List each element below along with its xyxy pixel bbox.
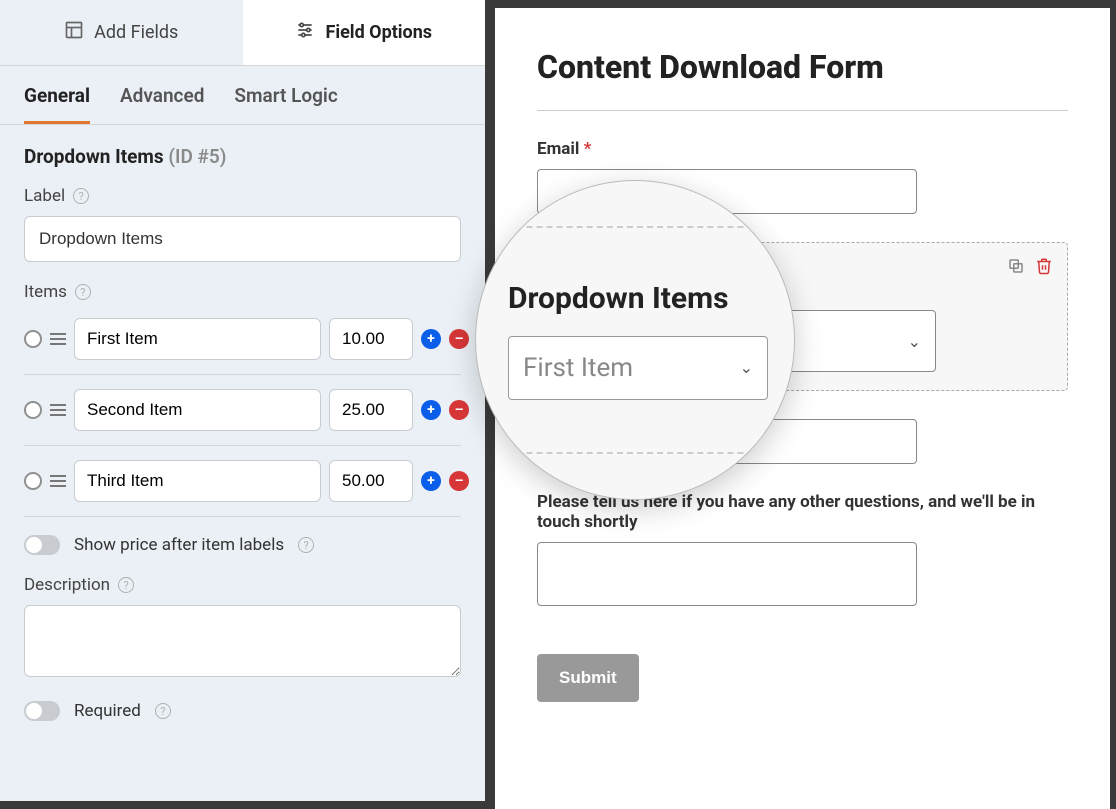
item-row: + – <box>24 375 461 446</box>
item-price-input[interactable] <box>329 460 413 502</box>
submit-button[interactable]: Submit <box>537 654 639 702</box>
tab-label: Add Fields <box>94 22 178 43</box>
sub-tab-general[interactable]: General <box>24 84 90 124</box>
toggle-label: Show price after item labels <box>74 535 284 555</box>
remove-item-button[interactable]: – <box>449 329 469 349</box>
option-label: Description ? <box>24 575 461 595</box>
top-tabs: Add Fields Field Options <box>0 0 485 66</box>
add-item-button[interactable]: + <box>421 400 441 420</box>
option-items-group: Items ? + – <box>24 282 461 555</box>
option-description-group: Description ? <box>24 575 461 681</box>
label-text: Items <box>24 282 67 302</box>
show-price-toggle[interactable] <box>24 535 60 555</box>
label-text: Description <box>24 575 110 595</box>
sub-tab-advanced[interactable]: Advanced <box>120 84 204 124</box>
option-label: Items ? <box>24 282 461 302</box>
field-label: Email * <box>537 139 1068 159</box>
option-label: Label ? <box>24 186 461 206</box>
toggle-label: Required <box>74 701 141 721</box>
add-item-button[interactable]: + <box>421 329 441 349</box>
questions-field: Please tell us here if you have any othe… <box>537 492 1068 606</box>
help-icon[interactable]: ? <box>75 284 91 300</box>
items-list: + – + – <box>24 312 461 517</box>
field-heading-title: Dropdown Items <box>24 145 164 168</box>
required-toggle-row: Required ? <box>24 701 461 721</box>
trash-icon[interactable] <box>1035 257 1053 279</box>
help-icon[interactable]: ? <box>298 537 314 553</box>
required-mark: * <box>584 139 592 159</box>
drag-handle-icon[interactable] <box>50 402 66 418</box>
default-radio[interactable] <box>24 330 42 348</box>
label-input[interactable] <box>24 216 461 262</box>
item-label-input[interactable] <box>74 460 321 502</box>
label-text: Label <box>24 186 65 206</box>
magnifier-dropdown: First Item ⌄ <box>508 336 768 400</box>
sliders-icon <box>295 20 315 45</box>
item-row: + – <box>24 446 461 517</box>
help-icon[interactable]: ? <box>118 577 134 593</box>
item-price-input[interactable] <box>329 318 413 360</box>
help-icon[interactable]: ? <box>155 703 171 719</box>
chevron-down-icon: ⌄ <box>908 332 921 351</box>
add-item-button[interactable]: + <box>421 471 441 491</box>
tab-label: Field Options <box>325 22 432 43</box>
drag-handle-icon[interactable] <box>50 473 66 489</box>
form-title: Content Download Form <box>537 48 1068 86</box>
item-row: + – <box>24 312 461 375</box>
field-heading: Dropdown Items (ID #5) <box>24 145 461 168</box>
duplicate-icon[interactable] <box>1007 257 1025 279</box>
item-label-input[interactable] <box>74 389 321 431</box>
default-radio[interactable] <box>24 401 42 419</box>
layout-icon <box>64 20 84 45</box>
tab-add-fields[interactable]: Add Fields <box>0 0 243 65</box>
panel-content: Dropdown Items (ID #5) Label ? Items ? <box>0 125 485 749</box>
description-textarea[interactable] <box>24 605 461 677</box>
chevron-down-icon: ⌄ <box>740 358 753 377</box>
item-label-input[interactable] <box>74 318 321 360</box>
show-price-toggle-row: Show price after item labels ? <box>24 535 461 555</box>
divider <box>537 110 1068 111</box>
drag-handle-icon[interactable] <box>50 331 66 347</box>
help-icon[interactable]: ? <box>73 188 89 204</box>
item-price-input[interactable] <box>329 389 413 431</box>
magnifier-selected-value: First Item <box>523 353 633 383</box>
sub-tab-smart-logic[interactable]: Smart Logic <box>234 84 337 124</box>
remove-item-button[interactable]: – <box>449 471 469 491</box>
required-toggle[interactable] <box>24 701 60 721</box>
tab-field-options[interactable]: Field Options <box>243 0 486 65</box>
default-radio[interactable] <box>24 472 42 490</box>
email-label-text: Email <box>537 139 579 159</box>
option-label-group: Label ? <box>24 186 461 262</box>
magnifier-label: Dropdown Items <box>508 281 774 316</box>
field-actions <box>1007 257 1053 279</box>
field-heading-id: (ID #5) <box>168 145 226 168</box>
sub-tabs: General Advanced Smart Logic <box>0 66 485 125</box>
remove-item-button[interactable]: – <box>449 400 469 420</box>
magnifier-overlay: Dropdown Items First Item ⌄ <box>475 180 795 500</box>
builder-sidebar: Add Fields Field Options General Advance… <box>0 0 485 801</box>
questions-textarea[interactable] <box>537 542 917 606</box>
